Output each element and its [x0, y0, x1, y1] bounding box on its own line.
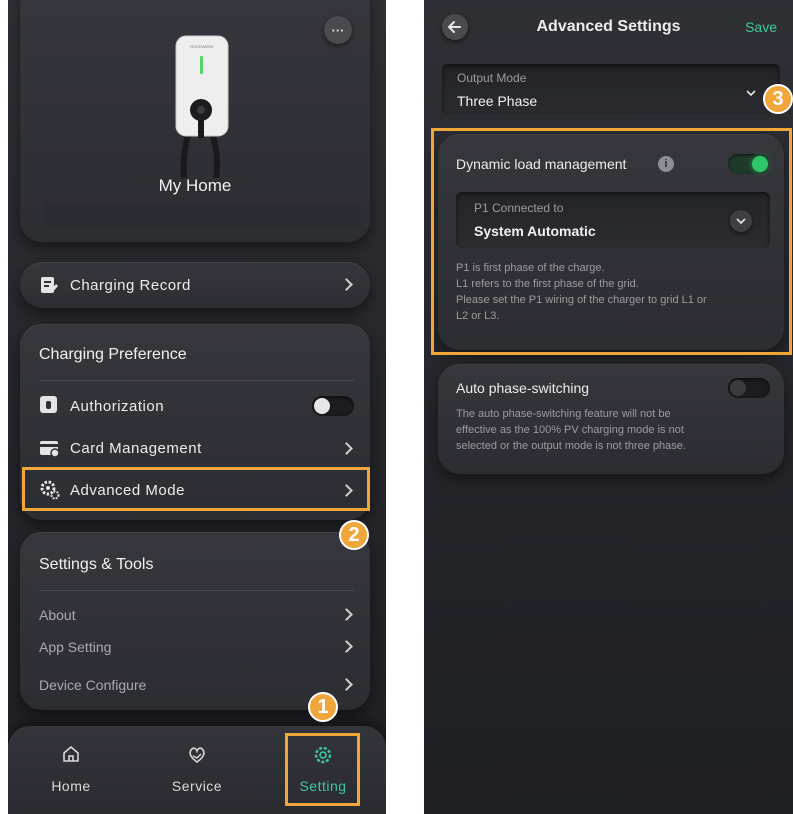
- device-configure-label: Device Configure: [39, 677, 147, 693]
- settings-tools-card: Settings & Tools About App Setting Devic…: [20, 532, 370, 710]
- charging-record-button[interactable]: Charging Record: [20, 262, 370, 308]
- charging-record-label: Charging Record: [70, 277, 191, 294]
- card-management-label: Card Management: [70, 440, 202, 457]
- about-row[interactable]: About: [20, 602, 370, 628]
- desc-line: effective as the 100% PV charging mode i…: [456, 424, 684, 436]
- section-title: Charging Preference: [39, 346, 187, 363]
- chevron-right-icon: [340, 442, 353, 455]
- authorization-toggle[interactable]: [312, 396, 354, 416]
- auto-phase-desc: The auto phase-switching feature will no…: [456, 406, 686, 454]
- nav-home[interactable]: Home: [36, 744, 106, 800]
- auto-phase-toggle[interactable]: [728, 378, 770, 398]
- home-icon: [36, 744, 106, 770]
- svg-text:ROCKWERK: ROCKWERK: [190, 44, 214, 49]
- chevron-right-icon: [340, 640, 353, 653]
- charger-image: ROCKWERK: [162, 28, 242, 179]
- nav-service-label: Service: [171, 778, 223, 794]
- section-title: Settings & Tools: [39, 556, 154, 573]
- device-name: My Home: [158, 176, 232, 195]
- output-mode-label: Output Mode: [457, 71, 527, 85]
- device-card[interactable]: ··· ROCKWERK My Home: [20, 0, 370, 242]
- device-status-bar: [44, 202, 360, 228]
- desc-line: The auto phase-switching feature will no…: [456, 408, 671, 420]
- app-setting-label: App Setting: [39, 639, 112, 655]
- save-button[interactable]: Save: [745, 19, 777, 35]
- advanced-settings-screen: Advanced Settings Save Output Mode Three…: [424, 0, 793, 814]
- chevron-right-icon: [340, 678, 353, 691]
- about-label: About: [39, 607, 76, 623]
- authorization-label: Authorization: [70, 398, 165, 415]
- highlight-advanced-mode: [22, 467, 370, 511]
- desc-line: selected or the output mode is not three…: [456, 440, 686, 452]
- divider: [39, 380, 354, 381]
- card-management-row[interactable]: Card Management: [20, 432, 370, 466]
- more-button[interactable]: ···: [324, 16, 352, 44]
- step-badge-2: 2: [339, 520, 369, 550]
- auto-phase-title: Auto phase-switching: [456, 380, 590, 396]
- nav-service[interactable]: Service: [162, 744, 232, 800]
- card-icon: [40, 440, 60, 462]
- more-icon: ···: [331, 22, 345, 38]
- highlight-setting-tab: [285, 733, 360, 806]
- step-badge-3: 3: [763, 84, 793, 114]
- divider: [39, 590, 354, 591]
- nav-home-label: Home: [51, 778, 91, 794]
- auto-phase-card: Auto phase-switching The auto phase-swit…: [438, 364, 784, 474]
- lock-icon: [40, 396, 57, 413]
- highlight-dlm: [431, 128, 792, 355]
- heart-hand-icon: [162, 744, 232, 770]
- output-mode-select[interactable]: Output Mode Three Phase: [442, 64, 780, 114]
- chevron-right-icon: [340, 608, 353, 621]
- chevron-down-icon: [746, 84, 756, 102]
- step-badge-1: 1: [308, 692, 338, 722]
- output-mode-value: Three Phase: [457, 93, 538, 109]
- document-icon: [40, 276, 58, 299]
- page-title: Advanced Settings: [536, 18, 681, 35]
- chevron-right-icon: [340, 278, 353, 291]
- authorization-row: Authorization: [20, 390, 370, 424]
- app-setting-row[interactable]: App Setting: [20, 634, 370, 660]
- settings-screen: ··· ROCKWERK My Home Charging Record Cha…: [8, 0, 386, 814]
